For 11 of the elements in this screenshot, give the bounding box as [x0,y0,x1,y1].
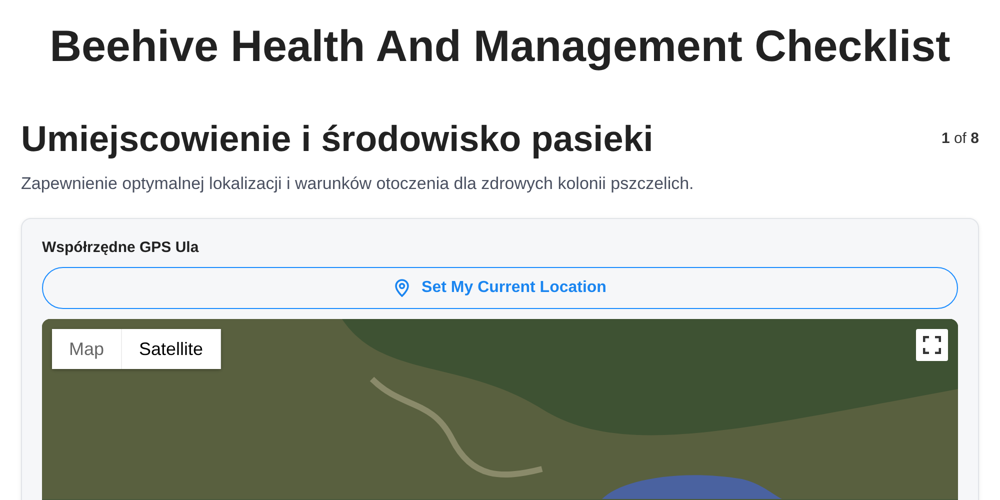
step-counter: 1 of 8 [941,130,979,147]
field-label: Współrzędne GPS Ula [42,239,200,256]
page-title: Beehive Health And Management Checklist [50,22,950,72]
satellite-map[interactable]: Map Satellite [42,319,958,500]
fullscreen-icon [923,336,941,354]
map-type-tab[interactable]: Map [52,329,122,369]
section-description: Zapewnienie optymalnej lokalizacji i warunków otoczenia dla zdrowych kolonii pszczelich. [21,174,695,194]
fullscreen-button[interactable] [916,329,948,361]
section-heading: Umiejscowienie i środowisko pasieki [21,118,654,160]
map-type-tab[interactable]: Satellite [122,329,222,369]
map-pin-icon [394,279,410,297]
